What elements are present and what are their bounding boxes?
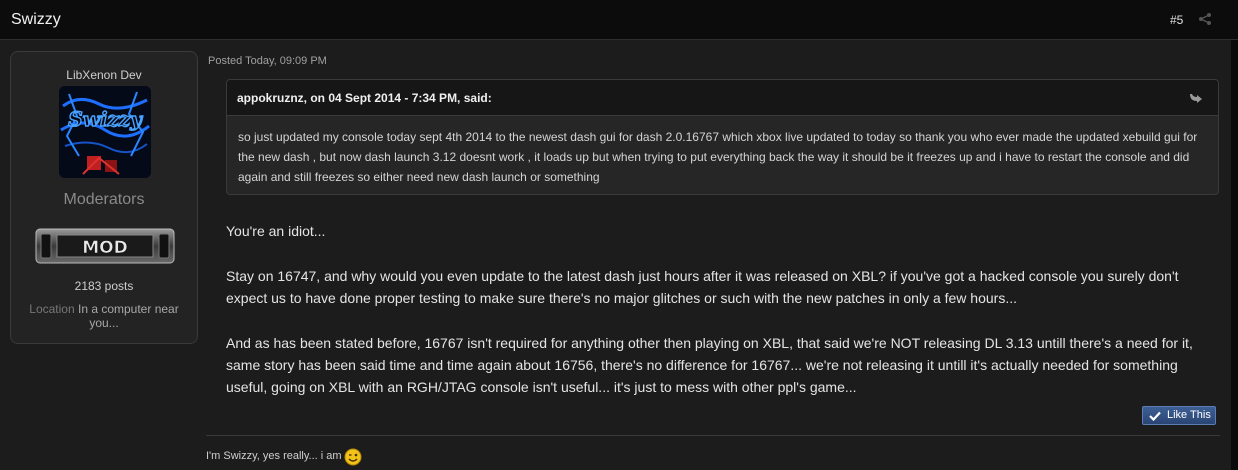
quote-header: appokruznz, on 04 Sept 2014 - 7:34 PM, s… bbox=[227, 80, 1218, 116]
quote-text: so just updated my console today sept 4t… bbox=[238, 130, 1198, 184]
location-label: Location bbox=[29, 302, 75, 316]
share-icon[interactable] bbox=[1198, 12, 1212, 26]
post-paragraph: And as has been stated before, 16767 isn… bbox=[226, 335, 1193, 395]
location-value: In a computer near you... bbox=[77, 302, 179, 330]
user-title: LibXenon Dev bbox=[66, 68, 142, 82]
post-header: Swizzy #5 bbox=[0, 0, 1238, 40]
post-paragraph: You're an idiot... bbox=[226, 223, 326, 239]
check-icon bbox=[1149, 411, 1161, 421]
post-timestamp: Posted Today, 09:09 PM bbox=[208, 55, 327, 67]
mod-badge-icon: MOD bbox=[35, 228, 175, 264]
post-paragraph: Stay on 16747, and why would you even up… bbox=[226, 268, 1179, 306]
signature-text: I'm Swizzy, yes really... i am bbox=[206, 450, 342, 462]
quote-block: appokruznz, on 04 Sept 2014 - 7:34 PM, s… bbox=[226, 79, 1219, 195]
like-button-label: Like This bbox=[1167, 409, 1211, 421]
user-location: Location In a computer near you... bbox=[25, 302, 183, 330]
mod-badge-text: MOD bbox=[82, 238, 127, 258]
like-button[interactable]: Like This bbox=[1142, 406, 1216, 425]
signature-divider bbox=[206, 435, 1220, 436]
wink-smiley-icon bbox=[344, 448, 362, 466]
quote-reply-icon[interactable] bbox=[1188, 92, 1204, 104]
post-count: 2183 posts bbox=[74, 279, 134, 293]
post-author-name[interactable]: Swizzy bbox=[11, 11, 61, 29]
avatar-logo-text: Swizzy bbox=[68, 107, 143, 131]
user-group: Moderators bbox=[63, 191, 145, 208]
quote-citation: appokruznz, on 04 Sept 2014 - 7:34 PM, s… bbox=[237, 91, 492, 105]
post-body: You're an idiot... Stay on 16747, and wh… bbox=[226, 220, 1221, 398]
author-info-panel: LibXenon Dev Swizzy Moderators MOD 2183 … bbox=[10, 51, 198, 344]
page-edge bbox=[1231, 40, 1238, 470]
post-number-link[interactable]: #5 bbox=[1170, 13, 1183, 27]
avatar[interactable]: Swizzy bbox=[59, 86, 151, 178]
